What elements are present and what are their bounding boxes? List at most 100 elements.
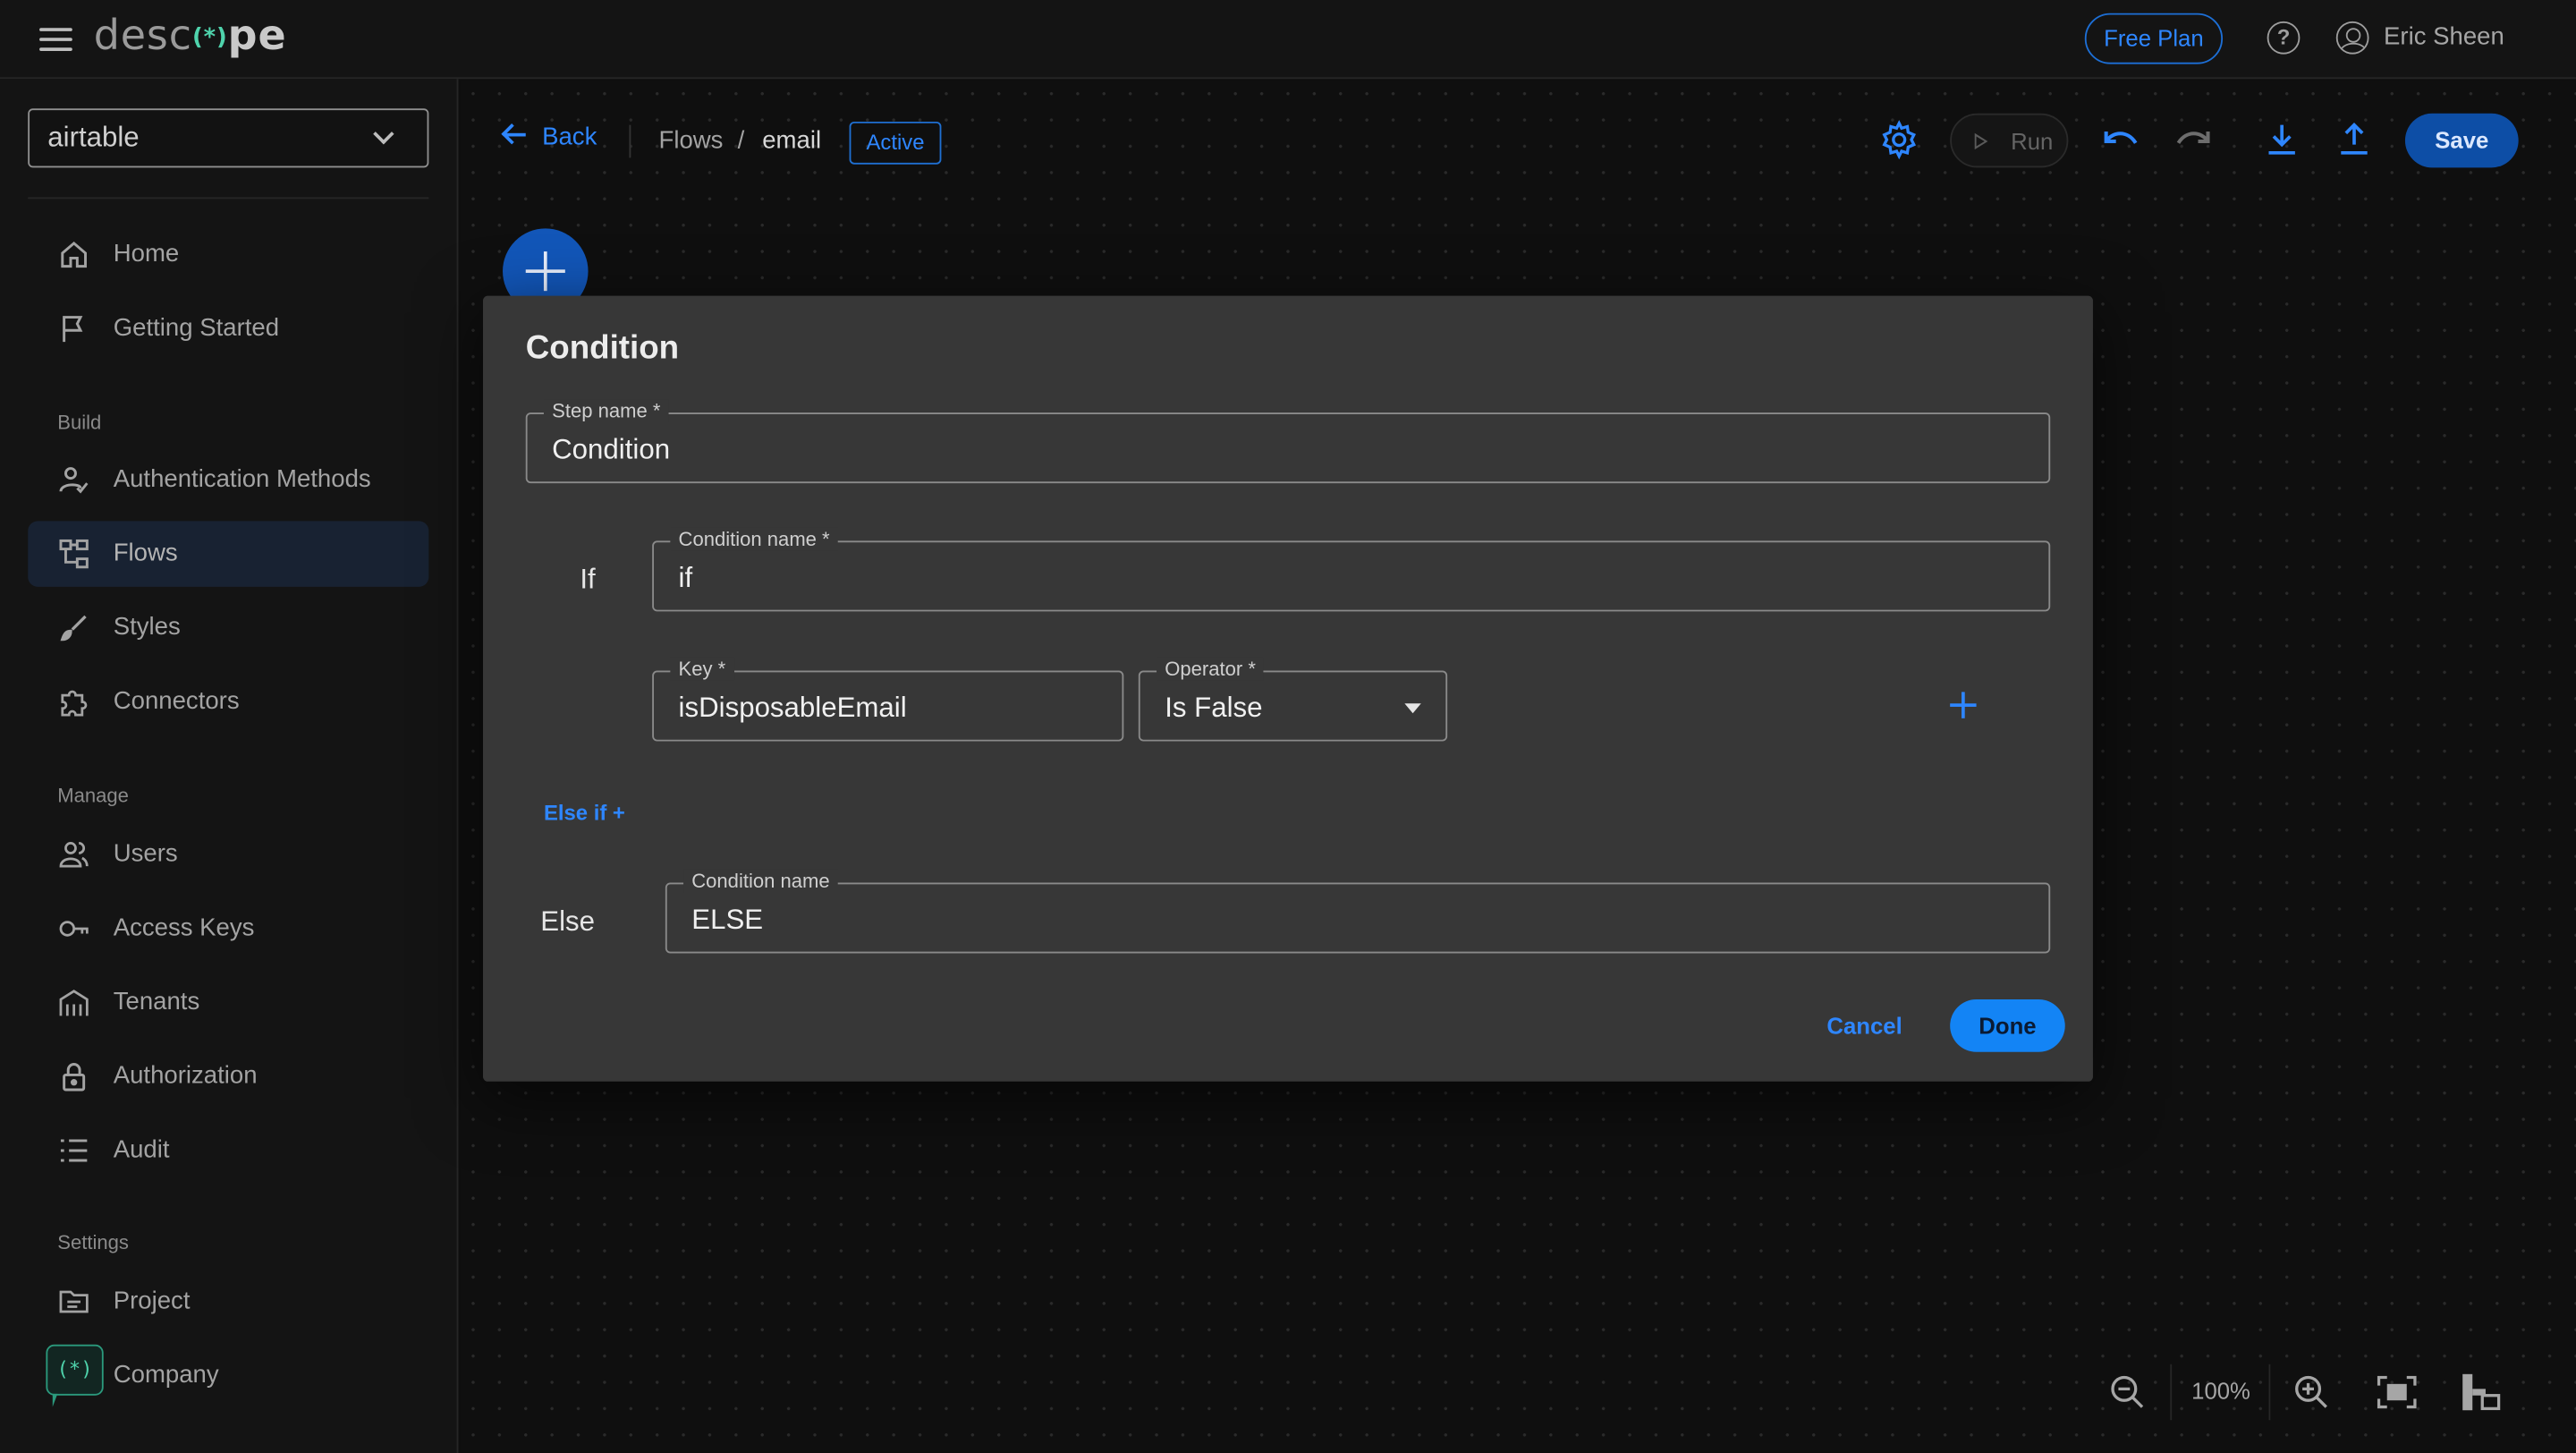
add-condition-icon[interactable] (1950, 692, 1977, 718)
user-avatar-icon[interactable] (2335, 21, 2369, 55)
key-value: isDisposableEmail (678, 692, 907, 724)
zoom-divider (2268, 1364, 2271, 1421)
condition-name-value: if (678, 562, 693, 594)
toolbar-divider (629, 124, 631, 158)
else-if-button[interactable]: Else if + (544, 801, 625, 826)
arrow-left-icon (503, 123, 526, 147)
sidebar-item-access-keys[interactable]: Access Keys (28, 896, 428, 961)
sidebar-item-label: Styles (113, 613, 181, 642)
sidebar-item-tenants[interactable]: Tenants (28, 970, 428, 1035)
sidebar-item-audit[interactable]: Audit (28, 1117, 428, 1183)
condition-name-field[interactable]: Condition name * if (652, 527, 2051, 612)
zoom-in-icon[interactable] (2293, 1374, 2329, 1410)
sidebar-item-getting-started[interactable]: Getting Started (28, 296, 428, 361)
zoom-divider (2170, 1364, 2173, 1421)
sidebar-item-label: Authentication Methods (113, 464, 371, 494)
section-label-build: Build (57, 411, 102, 434)
sidebar-item-home[interactable]: Home (28, 222, 428, 287)
sidebar-item-project[interactable]: Project (28, 1269, 428, 1334)
else-condition-name-value: ELSE (691, 904, 764, 936)
sidebar-item-authentication-methods[interactable]: Authentication Methods (28, 447, 428, 513)
done-button[interactable]: Done (1950, 998, 2065, 1052)
back-link-label: Back (542, 123, 597, 152)
run-button[interactable]: Run (1950, 113, 2069, 168)
undo-icon[interactable] (2101, 123, 2140, 157)
sidebar-item-label: Audit (113, 1135, 170, 1164)
sidebar-item-label: Flows (113, 539, 178, 567)
help-icon[interactable]: ? (2267, 21, 2301, 55)
breadcrumb-separator: / (737, 126, 745, 155)
menu-icon[interactable] (39, 23, 72, 53)
user-check-icon (59, 465, 89, 495)
project-select[interactable]: airtable (28, 108, 429, 168)
sidebar-item-label: Tenants (113, 988, 200, 1016)
section-label-settings: Settings (57, 1230, 129, 1254)
gear-icon[interactable] (1879, 120, 1919, 160)
building-icon (59, 988, 89, 1017)
project-select-value: airtable (47, 121, 140, 153)
folder-icon (59, 1287, 89, 1316)
back-link[interactable]: Back (503, 123, 597, 151)
condition-name-label: Condition name * (670, 527, 838, 551)
save-button[interactable]: Save (2404, 113, 2519, 168)
flows-icon (59, 539, 89, 569)
else-label: Else (540, 905, 596, 938)
else-condition-name-field[interactable]: Condition name ELSE (665, 869, 2051, 954)
run-button-label: Run (2011, 128, 2054, 155)
operator-select[interactable]: Operator * Is False (1138, 657, 1448, 742)
list-icon (59, 1135, 89, 1165)
operator-label: Operator * (1157, 657, 1265, 681)
brush-icon (59, 613, 89, 642)
sidebar-divider (28, 197, 429, 200)
sidebar: airtable Home Getting Started Build Auth… (0, 79, 459, 1453)
sidebar-item-label: Connectors (113, 686, 240, 716)
zoom-level: 100% (2191, 1377, 2250, 1404)
download-icon[interactable] (2266, 122, 2299, 157)
breadcrumb-flows[interactable]: Flows (659, 126, 724, 154)
sidebar-item-label: Authorization (113, 1061, 258, 1090)
sidebar-item-authorization[interactable]: Authorization (28, 1044, 428, 1109)
dialog-title: Condition (525, 330, 680, 367)
step-name-field[interactable]: Step name * Condition (525, 399, 2051, 484)
key-field[interactable]: Key * isDisposableEmail (652, 657, 1124, 742)
play-icon (1974, 132, 1988, 150)
redo-icon[interactable] (2174, 123, 2213, 157)
upload-icon[interactable] (2338, 122, 2371, 157)
sidebar-item-connectors[interactable]: Connectors (28, 669, 428, 735)
step-name-value: Condition (552, 433, 671, 465)
chevron-down-icon (373, 123, 394, 145)
sidebar-item-label: Home (113, 240, 180, 268)
sidebar-item-users[interactable]: Users (28, 822, 428, 888)
sidebar-item-flows[interactable]: Flows (28, 521, 429, 587)
home-icon (59, 240, 89, 269)
step-name-label: Step name * (543, 399, 669, 423)
lock-icon (59, 1062, 89, 1092)
if-label: If (580, 564, 596, 596)
cancel-button[interactable]: Cancel (1826, 1013, 1902, 1039)
breadcrumb-current: email (762, 126, 822, 155)
puzzle-icon (59, 687, 89, 717)
user-name[interactable]: Eric Sheen (2384, 23, 2504, 51)
users-icon (59, 840, 89, 870)
section-label-manage: Manage (57, 784, 129, 808)
sidebar-item-styles[interactable]: Styles (28, 595, 428, 660)
key-label: Key * (670, 657, 734, 681)
auto-layout-icon[interactable] (2461, 1372, 2501, 1412)
operator-value: Is False (1165, 692, 1263, 724)
sidebar-item-label: Users (113, 839, 178, 868)
sidebar-item-label: Getting Started (113, 313, 280, 343)
key-icon (59, 913, 89, 943)
zoom-out-icon[interactable] (2109, 1374, 2145, 1410)
sidebar-item-label: Project (113, 1287, 191, 1315)
fit-view-icon[interactable] (2377, 1375, 2417, 1409)
top-bar: desc(*)pe Free Plan ? Eric Sheen (0, 0, 2576, 80)
free-plan-button[interactable]: Free Plan (2084, 13, 2224, 64)
flag-icon (59, 314, 89, 344)
caret-down-icon (1404, 703, 1421, 714)
sidebar-item-label: Access Keys (113, 913, 255, 942)
sidebar-item-label: Company (113, 1361, 219, 1389)
chat-widget-icon[interactable]: (*) (46, 1344, 104, 1407)
descope-logo[interactable]: desc(*)pe (94, 12, 287, 59)
else-condition-name-label: Condition name (683, 869, 838, 893)
condition-dialog: Condition Step name * Condition If Condi… (482, 295, 2093, 1082)
